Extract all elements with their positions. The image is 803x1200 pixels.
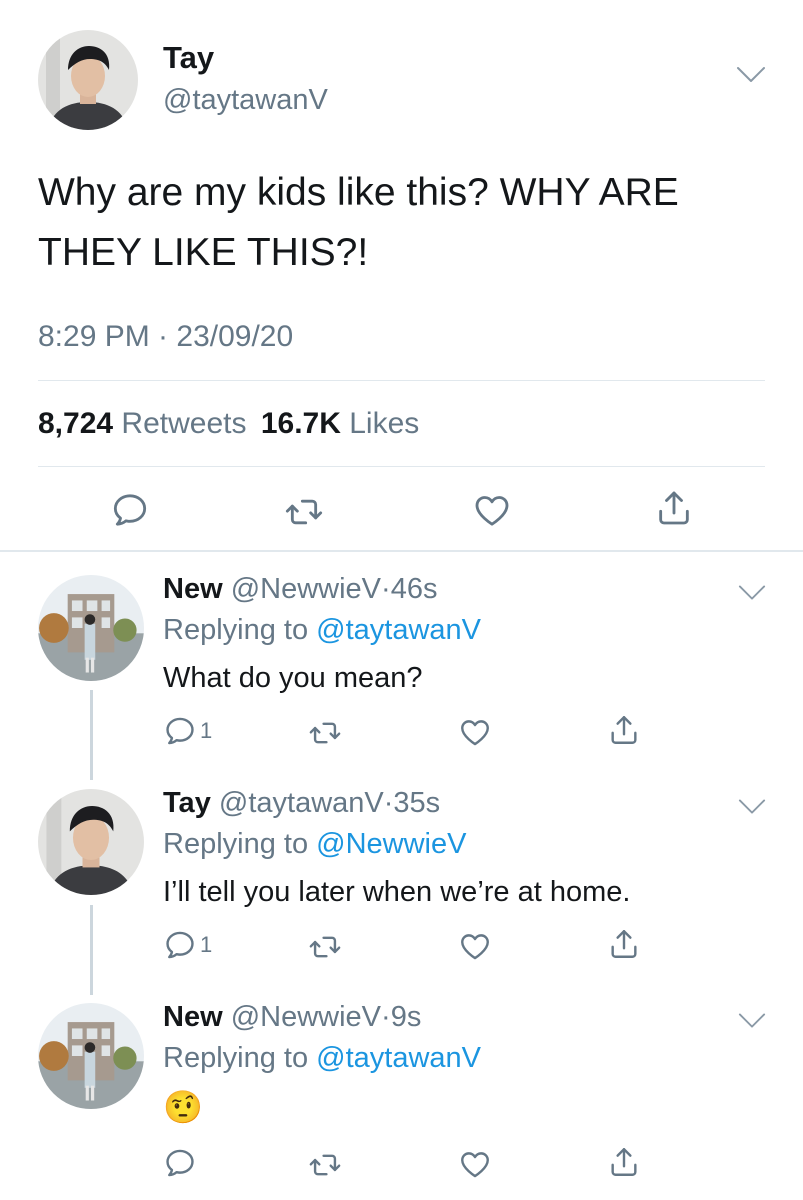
avatar-image: [38, 30, 138, 130]
reply-text: 🤨: [163, 1089, 203, 1125]
avatar-image: [38, 575, 144, 681]
replying-to: Replying to @taytawanV: [163, 614, 481, 647]
like-icon: [458, 929, 492, 963]
reply-button[interactable]: [163, 1146, 197, 1180]
avatar-image: [38, 1003, 144, 1109]
author-handle[interactable]: @taytawanV: [219, 787, 384, 819]
share-icon: [654, 488, 694, 528]
reply-icon: [110, 490, 150, 530]
retweet-icon: [284, 492, 324, 532]
retweet-icon: [308, 1148, 342, 1182]
share-button[interactable]: [654, 488, 694, 528]
share-icon: [607, 927, 641, 961]
like-button[interactable]: [458, 1147, 492, 1181]
chevron-down-icon[interactable]: [738, 798, 766, 816]
reply-age[interactable]: 9s: [391, 1001, 422, 1033]
likes-stat[interactable]: 16.7K Likes: [261, 407, 419, 440]
avatar[interactable]: [38, 30, 138, 130]
reply-age[interactable]: 46s: [391, 573, 438, 605]
reply-button[interactable]: 1: [163, 714, 212, 748]
thread-line: [90, 905, 93, 995]
avatar-image: [38, 789, 144, 895]
chevron-down-icon[interactable]: [738, 1012, 766, 1030]
separator: ·: [381, 573, 391, 605]
chevron-down-icon[interactable]: [738, 584, 766, 602]
divider: [38, 466, 765, 467]
chevron-down-icon[interactable]: [736, 65, 766, 85]
like-button[interactable]: [472, 490, 512, 530]
replying-label: Replying to: [163, 828, 309, 860]
like-button[interactable]: [458, 715, 492, 749]
replying-label: Replying to: [163, 614, 309, 646]
replying-to-handle[interactable]: @taytawanV: [316, 1042, 481, 1074]
likes-count: 16.7K: [260, 407, 341, 440]
separator: ·: [383, 787, 394, 819]
reply-icon: [163, 714, 197, 748]
tweet-text: Why are my kids like this? WHY ARE THEY …: [38, 171, 679, 274]
reply-count: 1: [200, 932, 213, 957]
replying-to: Replying to @taytawanV: [163, 1042, 481, 1075]
reply-text: I’ll tell you later when we’re at home.: [163, 876, 631, 908]
avatar[interactable]: [38, 575, 144, 681]
author-handle[interactable]: @NewwieV: [231, 1001, 381, 1033]
replying-to: Replying to @NewwieV: [163, 828, 466, 861]
replying-to-handle[interactable]: @taytawanV: [316, 614, 481, 646]
share-button[interactable]: [607, 927, 641, 961]
like-icon: [458, 715, 492, 749]
tweet-stats: 8,724 Retweets 16.7K Likes: [38, 407, 419, 441]
reply-button[interactable]: [110, 490, 150, 530]
retweet-button[interactable]: [308, 716, 342, 750]
retweets-label: Retweets: [121, 407, 247, 440]
author-name[interactable]: Tay: [163, 40, 214, 76]
reply-icon: [163, 928, 197, 962]
retweets-stat[interactable]: 8,724 Retweets: [38, 407, 246, 440]
retweet-icon: [308, 716, 342, 750]
reply-text: What do you mean?: [163, 662, 423, 694]
retweet-icon: [308, 930, 342, 964]
retweet-button[interactable]: [308, 930, 342, 964]
author-name[interactable]: New: [163, 1001, 223, 1033]
author-handle[interactable]: @taytawanV: [163, 84, 328, 117]
divider: [38, 380, 765, 381]
retweet-button[interactable]: [284, 492, 324, 532]
retweets-count: 8,724: [38, 407, 114, 440]
thread-line: [90, 690, 93, 780]
author-name[interactable]: Tay: [163, 787, 211, 819]
reply-header: New @NewwieV·9s: [163, 1001, 421, 1034]
retweet-button[interactable]: [308, 1148, 342, 1182]
avatar[interactable]: [38, 789, 144, 895]
reply-count: 1: [200, 718, 213, 743]
divider: [0, 550, 803, 552]
likes-label: Likes: [349, 407, 420, 440]
like-icon: [458, 1147, 492, 1181]
share-button[interactable]: [607, 1145, 641, 1179]
like-button[interactable]: [458, 929, 492, 963]
replying-label: Replying to: [163, 1042, 309, 1074]
share-button[interactable]: [607, 713, 641, 747]
reply-button[interactable]: 1: [163, 928, 212, 962]
author-handle[interactable]: @NewwieV: [231, 573, 381, 605]
reply-header: New @NewwieV·46s: [163, 573, 437, 606]
replying-to-handle[interactable]: @NewwieV: [316, 828, 466, 860]
share-icon: [607, 713, 641, 747]
share-icon: [607, 1145, 641, 1179]
reply-icon: [163, 1146, 197, 1180]
reply-header: Tay @taytawanV·35s: [163, 787, 440, 820]
avatar[interactable]: [38, 1003, 144, 1109]
reply-age[interactable]: 35s: [393, 787, 440, 819]
tweet-timestamp[interactable]: 8:29 PM · 23/09/20: [38, 320, 293, 354]
author-name[interactable]: New: [163, 573, 223, 605]
like-icon: [472, 490, 512, 530]
separator: ·: [381, 1001, 391, 1033]
